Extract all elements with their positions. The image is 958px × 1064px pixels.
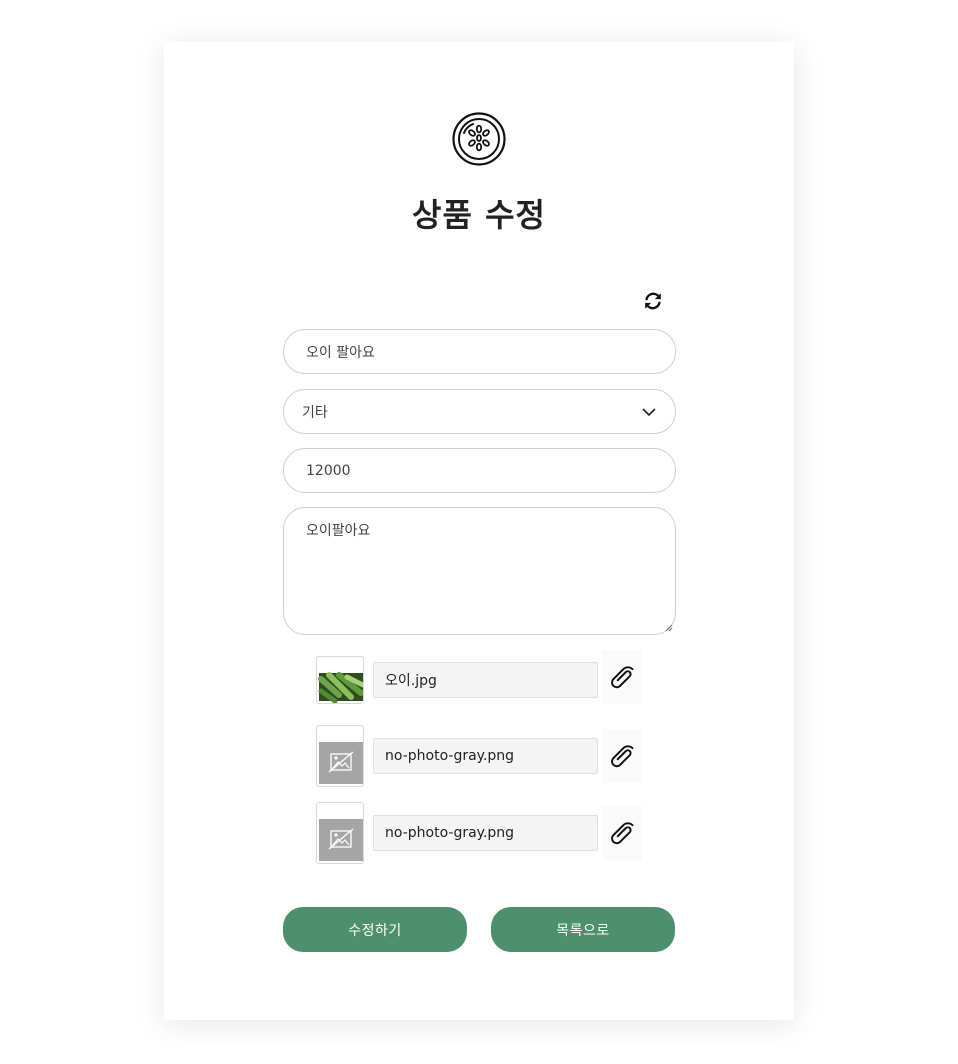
price-input[interactable]: 12000 xyxy=(283,448,676,493)
attach-button[interactable] xyxy=(602,729,642,783)
chevron-down-icon xyxy=(642,407,656,416)
resize-handle-icon[interactable] xyxy=(665,624,673,632)
image-row: no-photo-gray.png xyxy=(316,725,646,787)
image-thumbnail xyxy=(316,656,364,704)
cucumber-photo xyxy=(317,657,363,703)
image-filename-field[interactable]: 오이.jpg xyxy=(373,662,598,698)
description-textarea[interactable]: 오이팔아요 xyxy=(283,507,676,635)
price-value: 12000 xyxy=(306,462,351,479)
paperclip-icon xyxy=(611,745,634,768)
back-to-list-button[interactable]: 목록으로 xyxy=(491,907,675,952)
paperclip-icon xyxy=(611,666,634,689)
paperclip-icon xyxy=(611,822,634,845)
product-name-input[interactable]: 오이 팔아요 xyxy=(283,329,676,374)
product-name-value: 오이 팔아요 xyxy=(306,344,375,361)
product-edit-card: 상품 수정 오이 팔아요 기타 12000 오이팔아요 오이.jpg no-ph… xyxy=(164,42,794,1020)
image-thumbnail xyxy=(316,725,364,787)
image-row: 오이.jpg xyxy=(316,650,646,706)
cucumber-slice-icon xyxy=(452,112,506,166)
image-row: no-photo-gray.png xyxy=(316,802,646,864)
description-value: 오이팔아요 xyxy=(306,523,371,539)
image-thumbnail xyxy=(316,802,364,864)
page-title: 상품 수정 xyxy=(412,196,546,234)
attach-button[interactable] xyxy=(602,806,642,860)
category-value: 기타 xyxy=(302,404,328,421)
image-filename-field[interactable]: no-photo-gray.png xyxy=(373,738,598,774)
attach-button[interactable] xyxy=(602,650,642,704)
no-photo-icon xyxy=(317,726,363,786)
edit-submit-button[interactable]: 수정하기 xyxy=(283,907,467,952)
no-photo-icon xyxy=(317,803,363,863)
image-filename-field[interactable]: no-photo-gray.png xyxy=(373,815,598,851)
refresh-icon[interactable] xyxy=(642,290,664,312)
category-select[interactable]: 기타 xyxy=(283,389,676,434)
